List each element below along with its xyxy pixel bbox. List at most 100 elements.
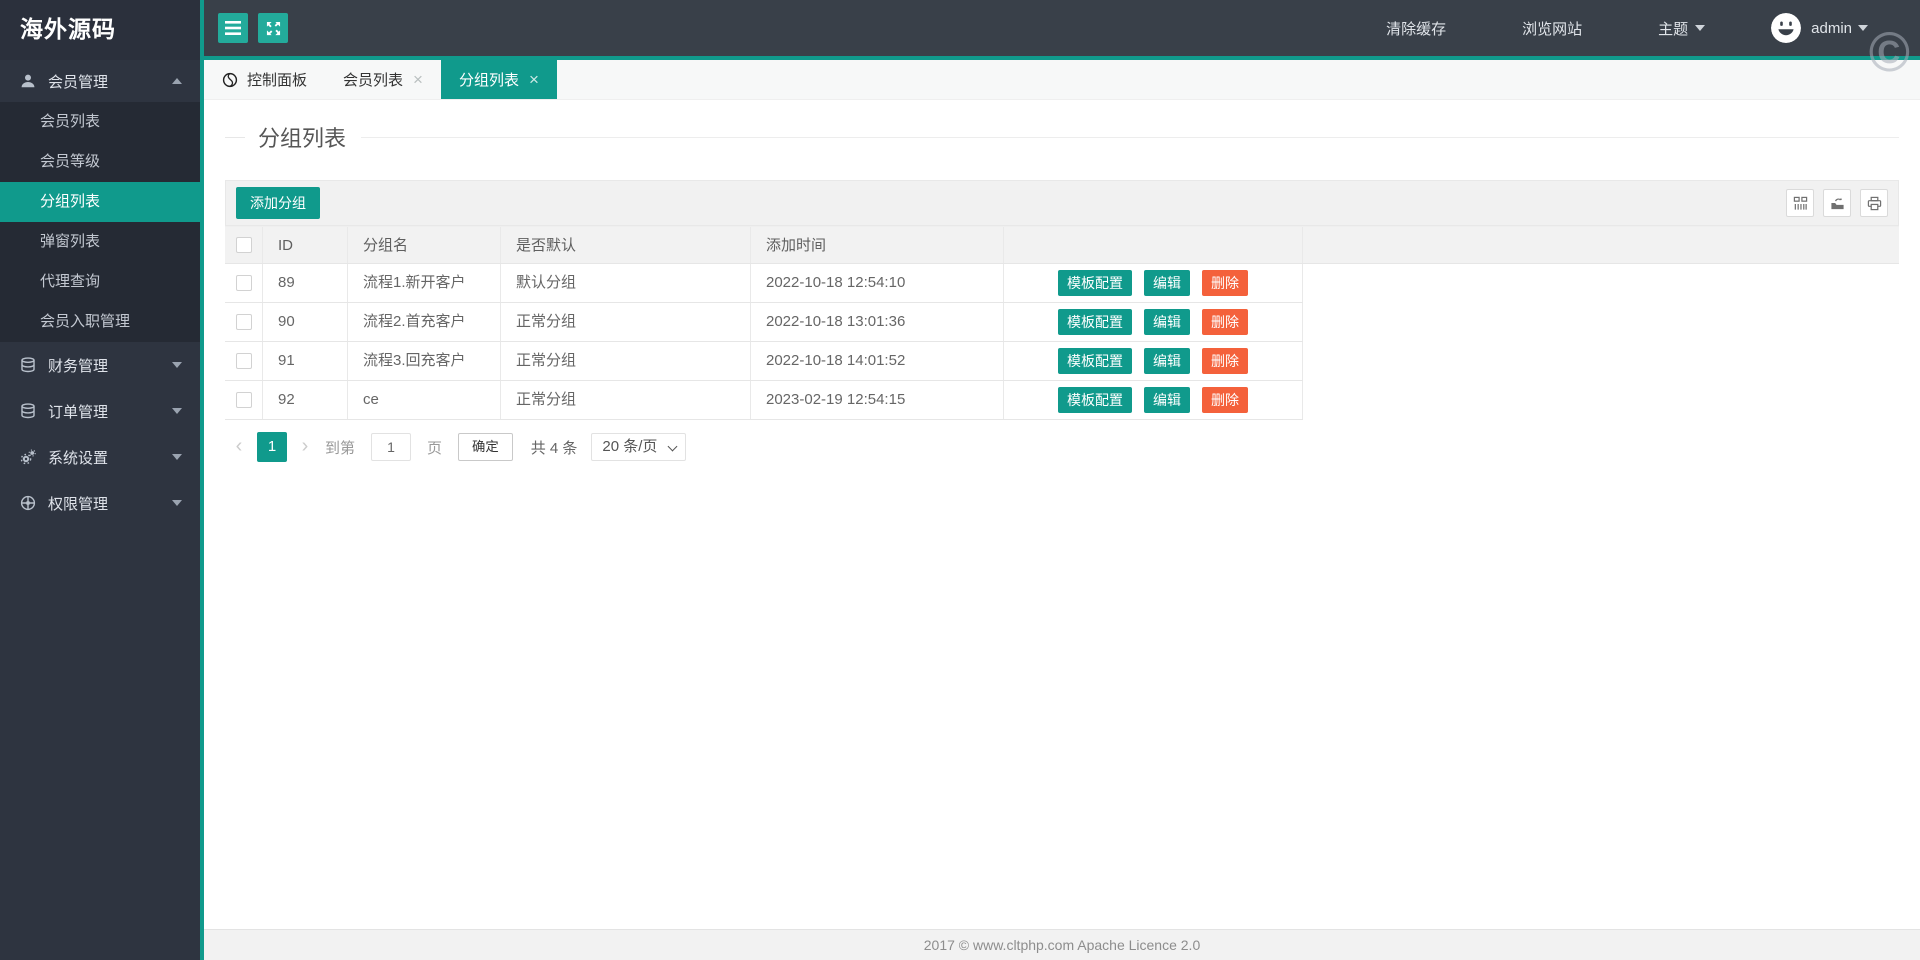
sidebar-group-orders[interactable]: 订单管理 (0, 388, 200, 434)
cell-actions: 模板配置 编辑 删除 (1004, 342, 1303, 380)
filter-columns-button[interactable] (1786, 189, 1814, 217)
sidebar-lower-groups: 财务管理 订单管理 系统设置 权限管理 (0, 342, 200, 526)
edit-button[interactable]: 编辑 (1144, 270, 1190, 296)
table-toolbar: 添加分组 (225, 180, 1899, 226)
page-number-active[interactable]: 1 (257, 432, 287, 462)
fullscreen-button[interactable] (258, 13, 288, 43)
gears-icon (20, 449, 36, 465)
table-row: 91 流程3.回充客户 正常分组 2022-10-18 14:01:52 模板配… (225, 342, 1303, 381)
edit-button[interactable]: 编辑 (1144, 387, 1190, 413)
template-config-button[interactable]: 模板配置 (1058, 309, 1132, 335)
cell-actions: 模板配置 编辑 删除 (1004, 381, 1303, 419)
cell-default: 正常分组 (501, 381, 751, 419)
goto-confirm-button[interactable]: 确定 (458, 433, 513, 461)
cell-checkbox (225, 264, 263, 302)
sidebar-item-member-level[interactable]: 会员等级 (0, 142, 200, 182)
user-menu[interactable]: admin (1811, 20, 1868, 37)
sidebar-group-label: 会员管理 (48, 73, 109, 91)
globe-wheel-icon (20, 495, 36, 511)
select-all-checkbox[interactable] (235, 237, 252, 253)
collapse-menu-button[interactable] (218, 13, 248, 43)
edit-button[interactable]: 编辑 (1144, 348, 1190, 374)
sidebar-group-label: 财务管理 (48, 357, 109, 375)
cell-time: 2022-10-18 14:01:52 (751, 342, 1004, 380)
page-size-select[interactable]: 20 条/页 (591, 433, 687, 461)
table-row: 89 流程1.新开客户 默认分组 2022-10-18 12:54:10 模板配… (225, 264, 1303, 303)
tabbar: 控制面板 会员列表 分组列表 (204, 60, 1920, 100)
topbar: 清除缓存 浏览网站 主题 admin © (204, 0, 1920, 80)
sidebar-item-member-onboard[interactable]: 会员入职管理 (0, 302, 200, 342)
sidebar-item-agent-query[interactable]: 代理查询 (0, 262, 200, 302)
goto-suffix-label: 页 (427, 439, 443, 457)
page-content: 分组列表 添加分组 ID 分组名 是否默认 添加时间 89 流程1.新开客户 默… (204, 100, 1920, 929)
tab-dashboard[interactable]: 控制面板 (204, 60, 325, 99)
browse-site-link[interactable]: 浏览网站 (1522, 18, 1582, 39)
print-button[interactable] (1860, 189, 1888, 217)
title-rule (361, 136, 1899, 138)
prev-page-icon[interactable] (225, 432, 253, 462)
cell-default: 默认分组 (501, 264, 751, 302)
hamburger-icon (225, 21, 241, 35)
delete-button[interactable]: 删除 (1202, 309, 1248, 335)
row-checkbox[interactable] (235, 353, 252, 369)
export-button[interactable] (1823, 189, 1851, 217)
edit-button[interactable]: 编辑 (1144, 309, 1190, 335)
table-row: 92 ce 正常分组 2023-02-19 12:54:15 模板配置 编辑 删… (225, 381, 1303, 420)
sidebar-group-finance[interactable]: 财务管理 (0, 342, 200, 388)
sidebar-item-popup-list[interactable]: 弹窗列表 (0, 222, 200, 262)
sidebar-group-permissions[interactable]: 权限管理 (0, 480, 200, 526)
avatar[interactable] (1771, 13, 1802, 43)
app-logo: 海外源码 (0, 0, 200, 60)
printer-icon (1867, 196, 1881, 210)
total-count-label: 共 4 条 (530, 439, 578, 457)
database-icon (21, 403, 35, 419)
close-icon[interactable] (529, 71, 539, 88)
sidebar-item-group-list[interactable]: 分组列表 (0, 182, 200, 222)
template-config-button[interactable]: 模板配置 (1058, 387, 1132, 413)
sidebar-item-member-list[interactable]: 会员列表 (0, 102, 200, 142)
footer-text: 2017 © www.cltphp.com Apache Licence 2.0 (923, 937, 1201, 953)
page-title-row: 分组列表 (225, 122, 1899, 152)
delete-button[interactable]: 删除 (1202, 348, 1248, 374)
delete-button[interactable]: 删除 (1202, 270, 1248, 296)
sidebar-group-label: 系统设置 (48, 449, 109, 467)
clear-cache-link[interactable]: 清除缓存 (1386, 18, 1446, 39)
close-icon[interactable] (413, 71, 423, 88)
chevron-down-icon (172, 362, 182, 373)
next-page-icon[interactable] (291, 432, 319, 462)
database-icon (21, 357, 35, 373)
columns-icon (1793, 196, 1807, 210)
chevron-down-icon (1695, 25, 1706, 36)
cell-time: 2022-10-18 12:54:10 (751, 264, 1004, 302)
page-title: 分组列表 (258, 126, 347, 151)
sidebar-group-member[interactable]: 会员管理 (0, 60, 200, 102)
chevron-up-icon (172, 73, 182, 84)
app-root: 海外源码 会员管理 会员列表 会员等级 分组列表 弹窗列表 代理查询 会员入职管… (0, 0, 1920, 960)
header-name: 分组名 (348, 227, 501, 263)
username: admin (1811, 19, 1852, 37)
goto-page-input[interactable] (371, 433, 412, 461)
tab-label: 分组列表 (458, 72, 519, 89)
add-group-button[interactable]: 添加分组 (236, 187, 320, 219)
tab-member-list[interactable]: 会员列表 (325, 60, 441, 99)
template-config-button[interactable]: 模板配置 (1058, 270, 1132, 296)
cell-name: ce (348, 381, 501, 419)
chevron-down-icon (667, 441, 678, 452)
user-icon (21, 74, 35, 88)
cell-actions: 模板配置 编辑 删除 (1004, 303, 1303, 341)
avatar-face-icon (1771, 13, 1802, 43)
delete-button[interactable]: 删除 (1202, 387, 1248, 413)
template-config-button[interactable]: 模板配置 (1058, 348, 1132, 374)
title-dash (225, 136, 245, 138)
theme-label: 主题 (1658, 20, 1689, 38)
table-row: 90 流程2.首充客户 正常分组 2022-10-18 13:01:36 模板配… (225, 303, 1303, 342)
sidebar-group-settings[interactable]: 系统设置 (0, 434, 200, 480)
row-checkbox[interactable] (235, 275, 252, 291)
theme-menu[interactable]: 主题 (1658, 18, 1706, 39)
row-checkbox[interactable] (235, 392, 252, 408)
globe-icon (222, 72, 238, 88)
tab-group-list[interactable]: 分组列表 (440, 60, 557, 99)
goto-prefix-label: 到第 (325, 439, 356, 457)
cell-default: 正常分组 (501, 303, 751, 341)
row-checkbox[interactable] (235, 314, 252, 330)
